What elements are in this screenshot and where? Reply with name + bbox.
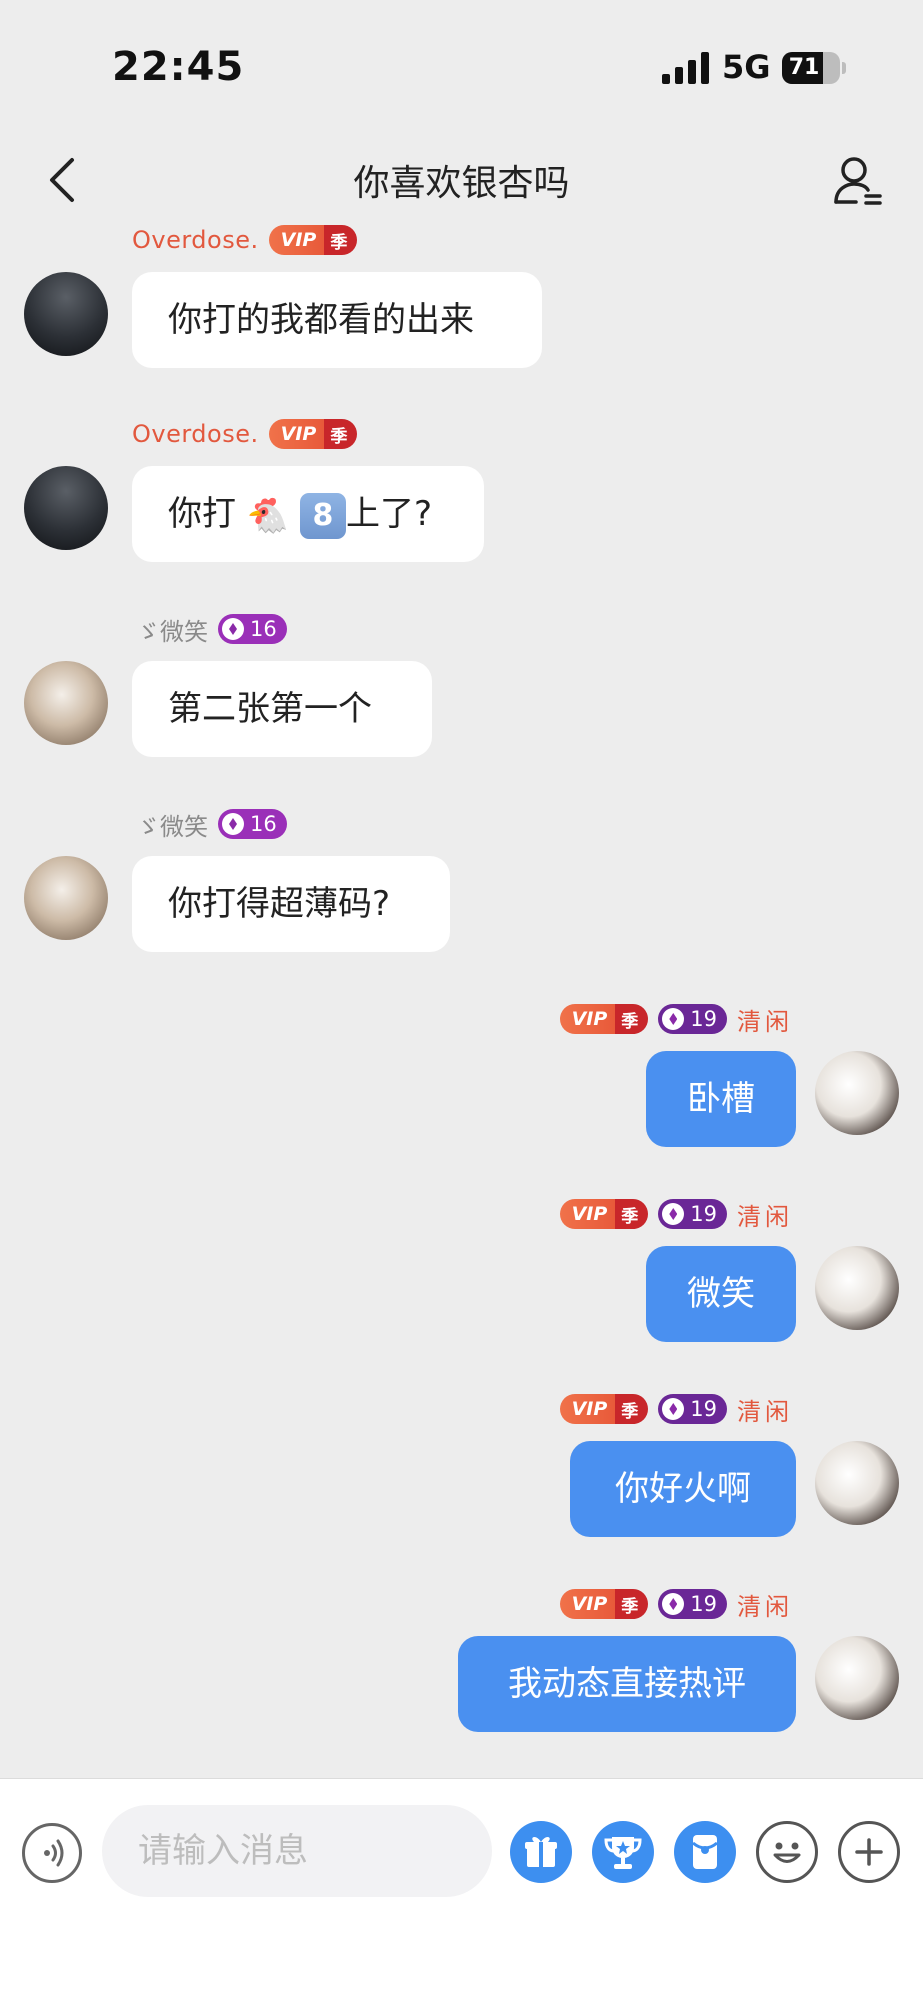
diamond-icon [662,1398,685,1420]
sender-name: ゞ微笑 [136,812,208,841]
season-label: 季 [324,419,358,449]
level-value: 16 [250,812,277,836]
level-badge: 16 [218,809,287,839]
vip-label: VIP [559,1394,616,1424]
vip-label: VIP [559,1589,616,1619]
sender-name: 清闲 [737,1202,793,1231]
level-value: 19 [690,1007,717,1031]
more-button[interactable] [838,1821,900,1883]
red-packet-button[interactable] [674,1821,736,1883]
level-value: 19 [690,1592,717,1616]
signal-icon [662,52,710,84]
voice-icon [44,1839,64,1867]
sender-row: VIP 季 19 清闲 [559,1003,793,1036]
season-label: 季 [615,1589,649,1619]
avatar[interactable] [24,272,108,356]
diamond-icon [222,618,244,640]
avatar[interactable] [815,1636,899,1720]
input-bar [0,1778,923,2000]
vip-badge: VIP 季 [268,225,358,255]
nav-bar: 你喜欢银杏吗 [0,130,923,230]
message-bubble[interactable]: 你打的我都看的出来 [132,272,542,368]
group-members-button[interactable] [830,152,886,208]
message-list[interactable]: Overdose. VIP 季 你打的我都看的出来 Overdose. VIP 季 … [0,220,923,1778]
sender-row: ゞ微笑 16 [136,808,287,841]
level-value: 16 [250,617,277,641]
sender-row: VIP 季 19 清闲 [559,1588,793,1621]
season-label: 季 [615,1394,649,1424]
plus-icon [855,1838,883,1866]
season-label: 季 [615,1199,649,1229]
page-title: 你喜欢银杏吗 [353,163,570,204]
battery-percent: 71 [788,55,820,80]
avatar[interactable] [815,1441,899,1525]
avatar[interactable] [24,466,108,550]
keycap-8-emoji: 8 [299,492,346,539]
emoji-button[interactable] [756,1821,818,1883]
battery-icon: 71 [782,52,840,84]
gift-icon [525,1837,557,1867]
vip-badge: VIP 季 [559,1199,649,1229]
vip-badge: VIP 季 [559,1589,649,1619]
user-list-icon [834,157,882,205]
sender-row: Overdose. VIP 季 [132,224,358,256]
avatar[interactable] [815,1051,899,1135]
gift-button[interactable] [510,1821,572,1883]
vip-label: VIP [268,419,325,449]
voice-button[interactable] [22,1823,82,1883]
level-value: 19 [690,1397,717,1421]
level-badge: 19 [658,1394,727,1424]
avatar[interactable] [24,661,108,745]
diamond-icon [662,1593,685,1615]
message-text: 你打 [168,494,236,534]
status-bar: 22:45 5G 71 [0,0,923,130]
message-bubble[interactable]: 你好火啊 [570,1441,796,1537]
level-value: 19 [690,1202,717,1226]
diamond-icon [222,813,244,835]
message-bubble[interactable]: 你打得超薄码? [132,856,450,952]
sender-name: 清闲 [737,1397,793,1426]
sender-row: Overdose. VIP 季 [132,418,358,450]
sender-row: VIP 季 19 清闲 [559,1393,793,1426]
vip-label: VIP [559,1199,616,1229]
vip-badge: VIP 季 [559,1394,649,1424]
rooster-emoji: 🐔 [246,495,290,536]
diamond-icon [662,1008,685,1030]
level-badge: 19 [658,1004,727,1034]
sender-row: VIP 季 19 清闲 [559,1198,793,1231]
sender-name: Overdose. [132,226,259,254]
message-bubble[interactable]: 第二张第一个 [132,661,432,757]
season-label: 季 [615,1004,649,1034]
message-text: 上了? [345,494,433,534]
message-bubble[interactable]: 我动态直接热评 [458,1636,796,1732]
level-badge: 19 [658,1589,727,1619]
avatar[interactable] [815,1246,899,1330]
level-badge: 16 [218,614,287,644]
trophy-icon [604,1837,642,1869]
vip-badge: VIP 季 [559,1004,649,1034]
sender-name: 清闲 [737,1007,793,1036]
vip-badge: VIP 季 [268,419,358,449]
message-bubble[interactable]: 微笑 [646,1246,796,1342]
sender-name: Overdose. [132,420,259,448]
sender-name: 清闲 [737,1592,793,1621]
network-type: 5G [722,48,771,86]
message-bubble[interactable]: 你打 🐔 8 上了? [132,466,484,562]
diamond-icon [662,1203,685,1225]
avatar[interactable] [24,856,108,940]
sender-name: ゞ微笑 [136,617,208,646]
vip-label: VIP [268,225,325,255]
message-bubble[interactable]: 卧槽 [646,1051,796,1147]
status-time: 22:45 [112,44,245,90]
red-packet-icon [692,1835,718,1869]
season-label: 季 [324,225,358,255]
battery-tip [842,62,846,74]
message-input[interactable] [102,1805,492,1897]
level-badge: 19 [658,1199,727,1229]
vip-label: VIP [559,1004,616,1034]
sender-row: ゞ微笑 16 [136,613,287,646]
trophy-button[interactable] [592,1821,654,1883]
emoji-icon [773,1842,801,1863]
